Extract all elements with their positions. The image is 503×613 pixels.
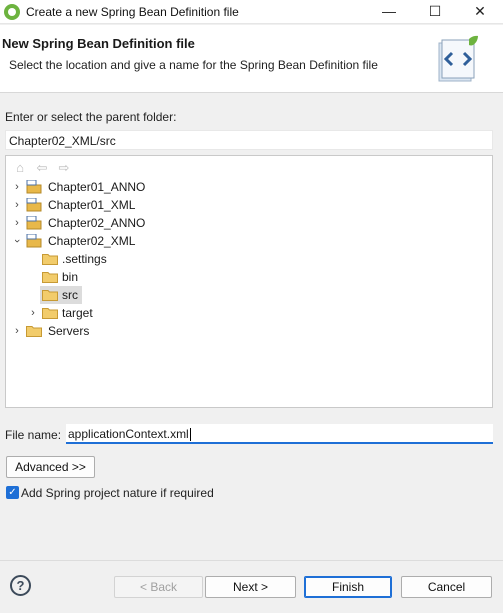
- finish-button[interactable]: Finish: [304, 576, 392, 598]
- file-name-input[interactable]: applicationContext.xml: [66, 424, 493, 444]
- tree-item-label: Chapter02_XML: [48, 234, 136, 248]
- folder-tree[interactable]: ⌂ ⇦ ⇨ › Chapter01_ANNO › Chapter01_XML ›…: [5, 155, 493, 408]
- tree-item-settings[interactable]: .settings: [42, 250, 192, 268]
- advanced-button[interactable]: Advanced >>: [6, 456, 95, 478]
- chevron-right-icon[interactable]: ›: [28, 304, 38, 322]
- tree-item-chapter01-xml[interactable]: › Chapter01_XML: [12, 196, 212, 214]
- chevron-right-icon[interactable]: ›: [12, 322, 22, 340]
- spring-project-icon: [26, 234, 42, 248]
- spring-project-icon: [26, 180, 42, 194]
- parent-folder-label: Enter or select the parent folder:: [5, 110, 177, 124]
- tree-item-chapter01-anno[interactable]: › Chapter01_ANNO: [12, 178, 212, 196]
- title-bar: Create a new Spring Bean Definition file…: [0, 0, 503, 24]
- spring-nature-label: Add Spring project nature if required: [21, 486, 214, 500]
- maximize-icon[interactable]: ☐: [412, 0, 458, 24]
- home-icon[interactable]: ⌂: [12, 160, 28, 176]
- chevron-right-icon[interactable]: ›: [12, 178, 22, 196]
- tree-item-label: Chapter01_ANNO: [48, 180, 146, 194]
- tree-item-label: bin: [62, 270, 79, 284]
- folder-icon: [42, 272, 58, 283]
- folder-icon: [26, 326, 42, 337]
- next-button[interactable]: Next >: [205, 576, 296, 598]
- spring-project-icon: [26, 216, 42, 230]
- cancel-button[interactable]: Cancel: [401, 576, 492, 598]
- wizard-title: New Spring Bean Definition file: [2, 36, 195, 51]
- tree-item-bin[interactable]: bin: [42, 268, 192, 286]
- tree-item-label: Chapter02_ANNO: [48, 216, 146, 230]
- parent-folder-input[interactable]: Chapter02_XML/src: [5, 130, 493, 150]
- xml-file-banner-icon: [438, 35, 478, 82]
- chevron-right-icon[interactable]: ›: [12, 196, 22, 214]
- chevron-down-icon[interactable]: ›: [8, 236, 26, 246]
- text-caret: [189, 428, 191, 442]
- footer-divider: [0, 560, 503, 561]
- window-title: Create a new Spring Bean Definition file: [26, 5, 239, 19]
- folder-icon: [42, 308, 58, 319]
- help-icon[interactable]: ?: [10, 575, 31, 596]
- folder-icon: [42, 290, 58, 301]
- tree-item-target[interactable]: › target: [28, 304, 178, 322]
- tree-item-label: src: [62, 288, 78, 302]
- back-button[interactable]: < Back: [114, 576, 203, 598]
- tree-item-chapter02-xml[interactable]: › Chapter02_XML: [11, 232, 212, 250]
- chevron-right-icon[interactable]: ›: [12, 214, 22, 232]
- folder-icon: [42, 254, 58, 265]
- tree-item-label: Servers: [48, 324, 90, 338]
- spring-project-icon: [26, 198, 42, 212]
- tree-item-label: target: [62, 306, 93, 320]
- close-icon[interactable]: ✕: [457, 0, 503, 24]
- wizard-header: New Spring Bean Definition file Select t…: [0, 25, 503, 93]
- tree-item-label: .settings: [62, 252, 107, 266]
- tree-item-label: Chapter01_XML: [48, 198, 136, 212]
- spring-nature-checkbox[interactable]: ✓: [6, 486, 19, 499]
- file-name-value: applicationContext.xml: [68, 427, 189, 441]
- file-name-label: File name:: [5, 428, 62, 442]
- tree-item-src[interactable]: src: [40, 286, 82, 304]
- back-arrow-icon[interactable]: ⇦: [34, 160, 50, 176]
- wizard-description: Select the location and give a name for …: [9, 58, 378, 72]
- minimize-icon[interactable]: —: [366, 0, 412, 24]
- tree-item-chapter02-anno[interactable]: › Chapter02_ANNO: [12, 214, 212, 232]
- spring-app-icon: [4, 4, 20, 20]
- tree-item-servers[interactable]: › Servers: [12, 322, 162, 340]
- forward-arrow-icon[interactable]: ⇨: [56, 160, 72, 176]
